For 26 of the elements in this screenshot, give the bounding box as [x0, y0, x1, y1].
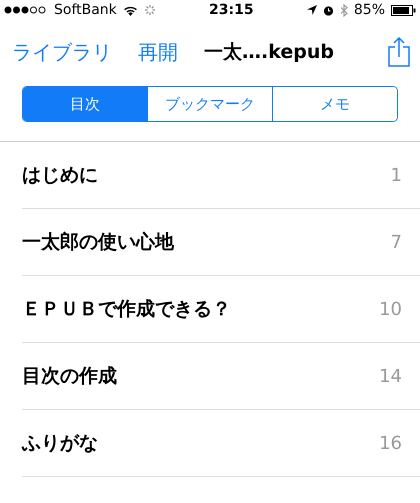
- page-number: 7: [390, 232, 402, 252]
- clock-time: 23:15: [209, 2, 254, 18]
- location-arrow-icon: [306, 5, 317, 15]
- battery-percent: 85%: [354, 2, 385, 18]
- signal-icon: [4, 6, 48, 14]
- resume-button[interactable]: 再開: [138, 38, 178, 66]
- chapter-title[interactable]: 目次の作成: [22, 363, 380, 389]
- wifi-icon: [122, 4, 138, 16]
- chapter-title[interactable]: ふりがな: [22, 430, 380, 456]
- chapter-title[interactable]: 一太郎の使い心地: [22, 229, 391, 255]
- segment-tab[interactable]: 目次: [23, 87, 147, 121]
- book-title: 一太….kepub: [204, 40, 334, 65]
- spinner-icon: [144, 4, 156, 16]
- alarm-clock-icon: [322, 4, 334, 16]
- page-number: 10: [379, 298, 402, 320]
- page-number: 14: [379, 366, 402, 386]
- segment-tab[interactable]: メモ: [272, 87, 397, 121]
- bluetooth-icon: [340, 4, 348, 16]
- chapter-title[interactable]: ＥＰＵＢで作成できる？: [22, 296, 380, 322]
- share-icon[interactable]: [388, 37, 410, 67]
- library-back-button[interactable]: ライブラリ: [12, 38, 112, 66]
- page-number: 1: [390, 164, 402, 186]
- battery-icon: [391, 4, 416, 16]
- page-number: 16: [379, 432, 402, 454]
- chapter-title[interactable]: はじめに: [22, 162, 391, 188]
- carrier-name: SoftBank: [54, 2, 117, 18]
